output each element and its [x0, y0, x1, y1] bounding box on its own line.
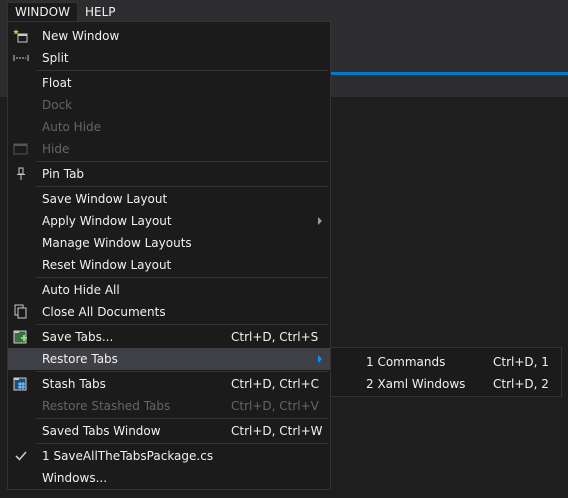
restore-tabs-item[interactable]: Restore Tabs [8, 348, 330, 370]
menu-window[interactable]: WINDOW [7, 2, 78, 22]
submenu-item-shortcut: Ctrl+D, 2 [493, 377, 549, 391]
restore-tabs-label: Restore Tabs [42, 352, 118, 366]
submenu-item-commands[interactable]: 1 Commands Ctrl+D, 1 [331, 351, 561, 373]
save-tabs-label: Save Tabs... [42, 330, 114, 344]
submenu-item-label: 1 Commands [366, 355, 446, 369]
separator [36, 443, 328, 444]
document-tab-strip [330, 75, 568, 97]
dock-label: Dock [42, 98, 73, 112]
restore-stashed-tabs-shortcut: Ctrl+D, Ctrl+V [231, 399, 319, 413]
restore-stashed-tabs-item[interactable]: Restore Stashed Tabs Ctrl+D, Ctrl+V [8, 395, 330, 417]
separator [36, 186, 328, 187]
stash-tabs-shortcut: Ctrl+D, Ctrl+C [231, 377, 320, 391]
stash-tabs-icon [13, 376, 29, 392]
restore-stashed-tabs-label: Restore Stashed Tabs [42, 399, 171, 413]
hide-icon [13, 141, 29, 157]
submenu-arrow-icon [318, 217, 322, 225]
save-tabs-shortcut: Ctrl+D, Ctrl+S [231, 330, 319, 344]
float-item[interactable]: Float [8, 72, 330, 94]
separator [36, 324, 328, 325]
saved-tabs-window-item[interactable]: Saved Tabs Window Ctrl+D, Ctrl+W [8, 420, 330, 442]
pin-tab-label: Pin Tab [42, 167, 85, 181]
separator [36, 70, 328, 71]
new-window-item[interactable]: New Window [8, 25, 330, 47]
split-label: Split [42, 51, 69, 65]
new-window-icon [13, 28, 29, 44]
stash-tabs-label: Stash Tabs [42, 377, 106, 391]
checkmark-icon [13, 448, 29, 464]
hide-label: Hide [42, 142, 70, 156]
apply-window-layout-item[interactable]: Apply Window Layout [8, 210, 330, 232]
separator [36, 418, 328, 419]
new-window-label: New Window [42, 29, 120, 43]
close-all-documents-icon [13, 304, 29, 320]
save-window-layout-item[interactable]: Save Window Layout [8, 188, 330, 210]
hide-item[interactable]: Hide [8, 138, 330, 160]
close-all-documents-item[interactable]: Close All Documents [8, 301, 330, 323]
manage-window-layouts-label: Manage Window Layouts [42, 236, 192, 250]
reset-window-layout-item[interactable]: Reset Window Layout [8, 254, 330, 276]
reset-window-layout-label: Reset Window Layout [42, 258, 172, 272]
recent-document-item[interactable]: 1 SaveAllTheTabsPackage.cs [8, 445, 330, 467]
split-item[interactable]: Split [8, 47, 330, 69]
manage-window-layouts-item[interactable]: Manage Window Layouts [8, 232, 330, 254]
split-icon [13, 50, 29, 66]
submenu-item-xaml-windows[interactable]: 2 Xaml Windows Ctrl+D, 2 [331, 373, 561, 395]
windows-item[interactable]: Windows... [8, 467, 330, 489]
submenu-item-shortcut: Ctrl+D, 1 [493, 355, 549, 369]
save-tabs-icon [13, 329, 29, 345]
saved-tabs-window-label: Saved Tabs Window [42, 424, 161, 438]
save-window-layout-label: Save Window Layout [42, 192, 168, 206]
auto-hide-label: Auto Hide [42, 120, 102, 134]
dock-item[interactable]: Dock [8, 94, 330, 116]
restore-tabs-submenu: 1 Commands Ctrl+D, 1 2 Xaml Windows Ctrl… [330, 347, 562, 397]
window-menu: New Window Split Float Dock Auto Hide Hi… [7, 21, 331, 490]
submenu-item-label: 2 Xaml Windows [366, 377, 466, 391]
submenu-arrow-icon [318, 355, 322, 363]
separator [36, 161, 328, 162]
float-label: Float [42, 76, 72, 90]
apply-window-layout-label: Apply Window Layout [42, 214, 172, 228]
pin-icon [13, 166, 29, 182]
auto-hide-item[interactable]: Auto Hide [8, 116, 330, 138]
menu-bar: WINDOW HELP [0, 0, 568, 22]
menu-help[interactable]: HELP [78, 3, 123, 22]
auto-hide-all-item[interactable]: Auto Hide All [8, 279, 330, 301]
stash-tabs-item[interactable]: Stash Tabs Ctrl+D, Ctrl+C [8, 373, 330, 395]
pin-tab-item[interactable]: Pin Tab [8, 163, 330, 185]
saved-tabs-window-shortcut: Ctrl+D, Ctrl+W [231, 424, 323, 438]
close-all-documents-label: Close All Documents [42, 305, 166, 319]
recent-document-label: 1 SaveAllTheTabsPackage.cs [42, 449, 214, 463]
windows-label: Windows... [42, 471, 108, 485]
save-tabs-item[interactable]: Save Tabs... Ctrl+D, Ctrl+S [8, 326, 330, 348]
separator [36, 277, 328, 278]
separator [36, 371, 328, 372]
auto-hide-all-label: Auto Hide All [42, 283, 120, 297]
